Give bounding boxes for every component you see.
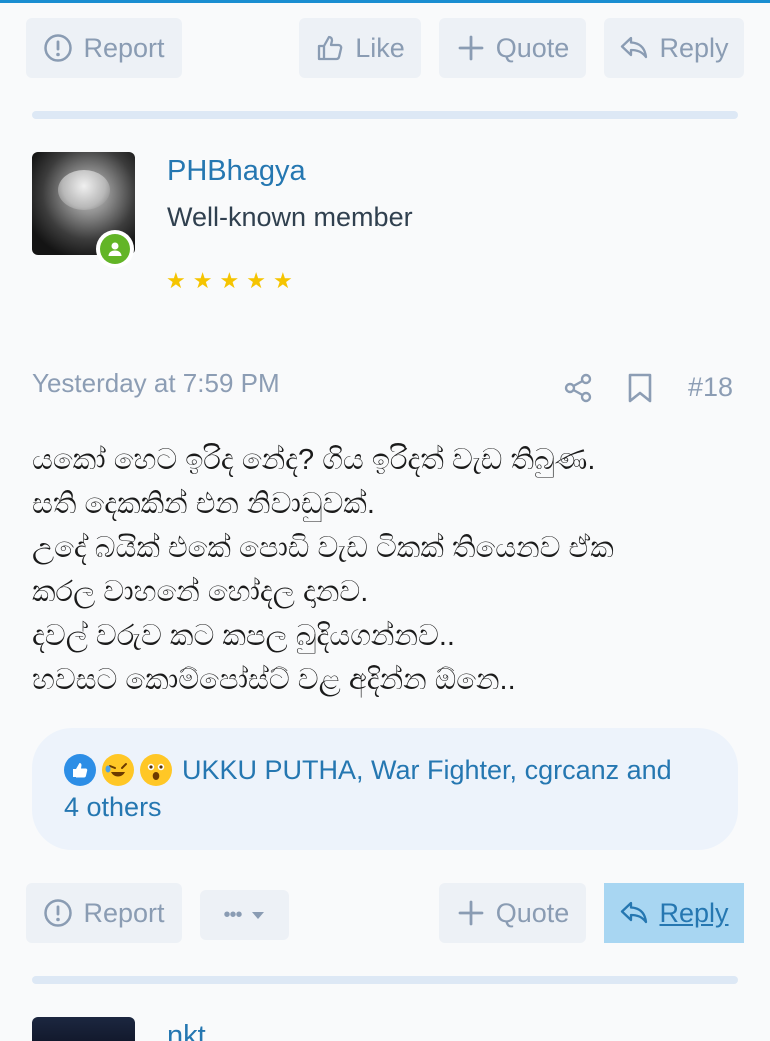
- post-body-line: යකෝ හෙට ඉරිද නේද? ගිය ඉරිදත් වැඩ තිබුණ.: [32, 444, 596, 476]
- plus-icon: [458, 35, 484, 61]
- star-icon: ★: [219, 268, 240, 293]
- report-label: Report: [83, 32, 165, 63]
- author-title: Well-known member: [167, 202, 413, 232]
- astonished-reaction-icon: [140, 754, 172, 786]
- top-accent-line: [0, 0, 770, 3]
- reply-button[interactable]: Reply: [604, 883, 744, 943]
- chevron-down-icon: [251, 912, 264, 919]
- next-post-author-name[interactable]: nkt: [167, 1020, 206, 1041]
- rolling-laughing-reaction-icon: [102, 754, 134, 786]
- quote-label: Quote: [495, 897, 570, 928]
- thumbs-up-icon: [318, 35, 343, 61]
- online-status-badge: [96, 230, 134, 268]
- post-body-line: සති දෙකකින් එන නිවාඩුවක්.: [32, 488, 375, 520]
- quote-button-prev[interactable]: Quote: [439, 18, 586, 78]
- post-body: යකෝ හෙට ඉරිද නේද? ගිය ඉරිදත් වැඩ තිබුණ. …: [32, 438, 742, 702]
- post-body-line: උදේ බයික් එකේ පොඩි වැඩ ටිකක් තියෙනව ඒක: [32, 532, 614, 564]
- like-button[interactable]: Like: [299, 18, 421, 78]
- reactions-bar[interactable]: UKKU PUTHA, War Fighter, cgrcanz and 4 o…: [32, 728, 738, 850]
- rating-stars: ★ ★ ★ ★ ★: [166, 270, 293, 292]
- next-post-avatar[interactable]: [32, 1017, 135, 1041]
- like-label: Like: [355, 32, 405, 63]
- post-number[interactable]: #18: [688, 372, 733, 403]
- reply-label: Reply: [659, 897, 729, 928]
- report-button-prev[interactable]: Report: [26, 18, 182, 78]
- post-body-line: කරල වාහනේ හෝදල දානව.: [32, 576, 369, 608]
- reply-label: Reply: [659, 32, 729, 63]
- quote-label: Quote: [495, 32, 570, 63]
- reply-button-prev[interactable]: Reply: [604, 18, 744, 78]
- reaction-users[interactable]: UKKU PUTHA, War Fighter, cgrcanz and: [182, 755, 672, 786]
- reply-arrow-icon: [621, 901, 648, 924]
- plus-icon: [458, 900, 484, 926]
- post-body-line: හවසට කොම්පෝස්ට් වළ අදින්න ඕනෙ..: [32, 664, 516, 696]
- reply-arrow-icon: [621, 36, 648, 59]
- star-icon: ★: [272, 268, 293, 293]
- reaction-others[interactable]: 4 others: [64, 792, 706, 823]
- report-label: Report: [83, 897, 165, 928]
- quote-button[interactable]: Quote: [439, 883, 586, 943]
- more-dots-label: •••: [223, 903, 242, 926]
- report-icon: [44, 34, 73, 62]
- like-reaction-icon: [64, 754, 96, 786]
- share-icon[interactable]: [562, 372, 594, 404]
- post-divider: [32, 976, 738, 984]
- author-name[interactable]: PHBhagya: [167, 155, 306, 188]
- report-button[interactable]: Report: [26, 883, 182, 943]
- post-divider: [32, 111, 738, 119]
- gear-knob-image: [58, 170, 110, 210]
- post-body-line: දවල් වරුව කට කපල බුදියගන්නව..: [32, 620, 455, 652]
- post-timestamp[interactable]: Yesterday at 7:59 PM: [32, 368, 280, 399]
- bookmark-icon[interactable]: [625, 372, 655, 404]
- star-icon: ★: [192, 268, 213, 293]
- more-options-button[interactable]: •••: [200, 890, 289, 940]
- star-icon: ★: [246, 268, 266, 293]
- user-online-icon: [108, 242, 122, 256]
- report-icon: [44, 899, 73, 927]
- star-icon: ★: [166, 268, 186, 293]
